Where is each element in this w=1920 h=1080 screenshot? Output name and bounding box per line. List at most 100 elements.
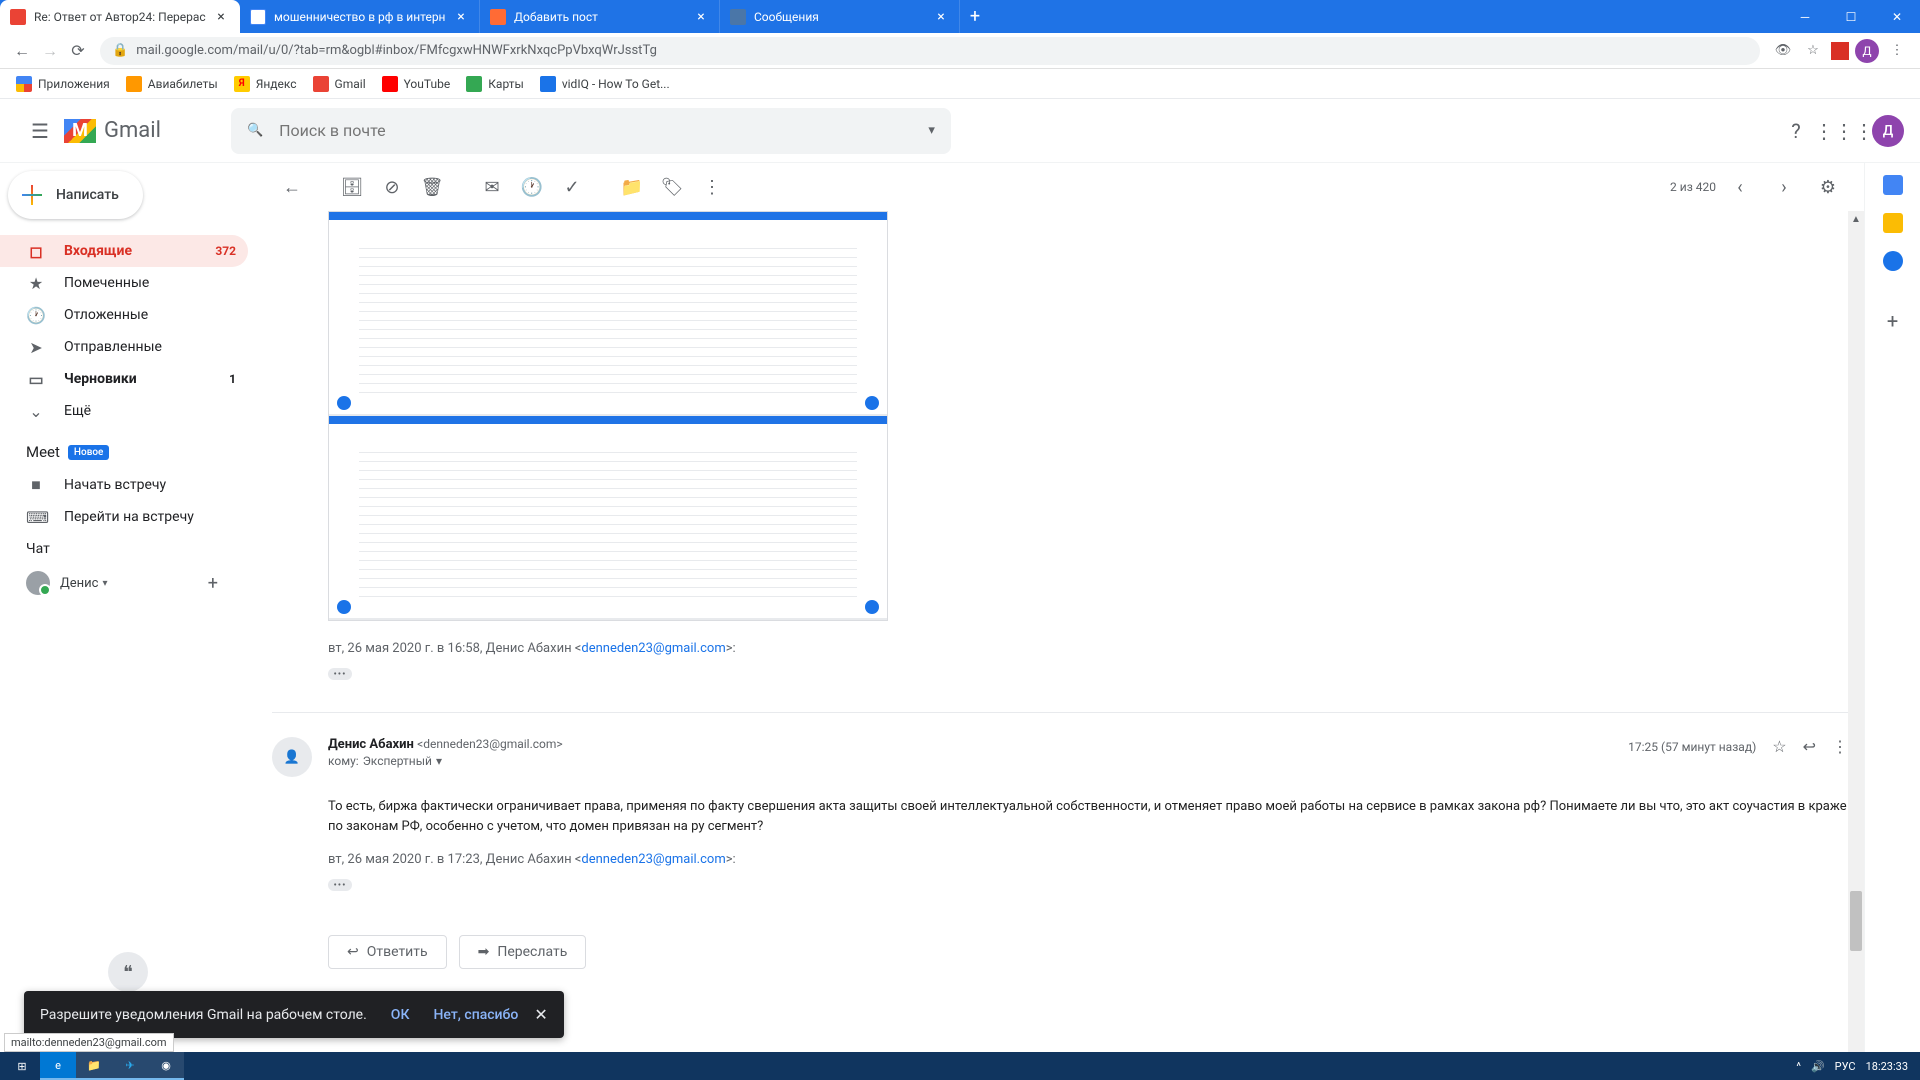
prev-message-button[interactable]: ‹ bbox=[1720, 167, 1760, 207]
scroll-up-arrow[interactable]: ▲ bbox=[1848, 211, 1864, 227]
chevron-down-icon[interactable]: ▾ bbox=[436, 754, 442, 768]
back-to-inbox-button[interactable]: ← bbox=[272, 167, 312, 207]
chevron-down-icon: ⌄ bbox=[26, 402, 46, 421]
url-input[interactable]: 🔒 mail.google.com/mail/u/0/?tab=rm&ogbl#… bbox=[100, 37, 1760, 65]
forward-button[interactable]: → bbox=[36, 37, 64, 65]
calendar-addon-icon[interactable] bbox=[1883, 175, 1903, 195]
keep-addon-icon[interactable] bbox=[1883, 213, 1903, 233]
search-box[interactable]: 🔍 ▾ bbox=[231, 108, 951, 154]
search-input[interactable] bbox=[279, 121, 928, 140]
sidebar-starred[interactable]: ★ Помеченные bbox=[0, 267, 248, 299]
menu-icon[interactable]: ⋮ bbox=[1885, 39, 1909, 63]
tab-close-icon[interactable]: × bbox=[933, 9, 949, 25]
more-icon[interactable]: ⋮ bbox=[1832, 737, 1848, 756]
tasks-addon-icon[interactable] bbox=[1883, 251, 1903, 271]
taskbar-app-explorer[interactable]: 📁 bbox=[76, 1052, 112, 1080]
star-message-icon[interactable]: ☆ bbox=[1772, 737, 1786, 756]
tray-volume-icon[interactable]: 🔊 bbox=[1811, 1060, 1825, 1073]
settings-icon[interactable]: ⚙ bbox=[1808, 167, 1848, 207]
sender-avatar[interactable]: 👤 bbox=[272, 737, 312, 777]
extension-icon[interactable] bbox=[1831, 42, 1849, 60]
chevron-down-icon[interactable]: ▾ bbox=[102, 578, 107, 589]
to-name: Экспертный bbox=[363, 754, 432, 768]
start-button[interactable]: ⊞ bbox=[4, 1052, 40, 1080]
side-panel: + bbox=[1864, 163, 1920, 1080]
tab-title: Re: Ответ от Автор24: Перерас bbox=[34, 10, 213, 24]
button-label: Ответить bbox=[367, 944, 428, 960]
bookmark-item[interactable]: vidIQ - How To Get... bbox=[532, 71, 678, 97]
sidebar-sent[interactable]: ➤ Отправленные bbox=[0, 331, 248, 363]
more-actions-button[interactable]: ⋮ bbox=[692, 167, 732, 207]
next-message-button[interactable]: › bbox=[1764, 167, 1804, 207]
taskbar-app-edge[interactable]: e bbox=[40, 1052, 76, 1080]
toast-dismiss-button[interactable]: Нет, спасибо bbox=[433, 1007, 518, 1023]
bookmark-item[interactable]: Gmail bbox=[305, 71, 374, 97]
reply-icon[interactable]: ↩ bbox=[1803, 737, 1816, 756]
minimize-button[interactable]: ─ bbox=[1782, 0, 1828, 33]
tab-close-icon[interactable]: × bbox=[453, 9, 469, 25]
bookmark-favicon bbox=[126, 76, 142, 92]
maximize-button[interactable]: ☐ bbox=[1828, 0, 1874, 33]
bookmark-item[interactable]: Карты bbox=[458, 71, 532, 97]
snooze-button[interactable]: 🕐 bbox=[512, 167, 552, 207]
sidebar-more[interactable]: ⌄ Ещё bbox=[0, 395, 248, 427]
tray-language[interactable]: РУС bbox=[1835, 1060, 1856, 1073]
support-icon[interactable]: ? bbox=[1776, 111, 1816, 151]
profile-button[interactable]: Д bbox=[1855, 39, 1879, 63]
bookmark-item[interactable]: Авиабилеты bbox=[118, 71, 226, 97]
toast-close-icon[interactable]: ✕ bbox=[534, 1005, 547, 1024]
sidebar-inbox[interactable]: ◻ Входящие 372 bbox=[0, 235, 248, 267]
star-icon[interactable]: ☆ bbox=[1801, 39, 1825, 63]
email-link[interactable]: denneden23@gmail.com bbox=[581, 852, 725, 867]
search-icon[interactable]: 🔍 bbox=[247, 123, 263, 138]
eye-icon[interactable]: 👁 bbox=[1771, 39, 1795, 63]
report-spam-button[interactable]: ⊘ bbox=[372, 167, 412, 207]
show-trimmed-button[interactable]: ••• bbox=[328, 879, 352, 891]
forward-button[interactable]: ➡Переслать bbox=[459, 935, 587, 969]
toast-ok-button[interactable]: ОК bbox=[391, 1007, 410, 1023]
compose-button[interactable]: Написать bbox=[8, 171, 143, 219]
attachment-thumbnail[interactable] bbox=[328, 211, 888, 621]
tray-chevron-icon[interactable]: ^ bbox=[1796, 1060, 1801, 1073]
browser-tab-2[interactable]: Добавить пост × bbox=[480, 0, 720, 33]
account-avatar[interactable]: Д bbox=[1872, 115, 1904, 147]
taskbar-app-telegram[interactable]: ✈ bbox=[112, 1052, 148, 1080]
add-tasks-button[interactable]: ✓ bbox=[552, 167, 592, 207]
reload-button[interactable]: ⟳ bbox=[64, 37, 92, 65]
bookmark-item[interactable]: ЯЯндекс bbox=[226, 71, 305, 97]
tab-title: Сообщения bbox=[754, 10, 933, 24]
browser-tab-3[interactable]: Сообщения × bbox=[720, 0, 960, 33]
show-trimmed-button[interactable]: ••• bbox=[328, 668, 352, 680]
apps-bookmark[interactable]: Приложения bbox=[8, 71, 118, 97]
tab-close-icon[interactable]: × bbox=[693, 9, 709, 25]
browser-tab-0[interactable]: Re: Ответ от Автор24: Перерас × bbox=[0, 0, 240, 33]
move-to-button[interactable]: 📁 bbox=[612, 167, 652, 207]
tray-clock[interactable]: 18:23:33 bbox=[1866, 1060, 1908, 1073]
chat-user-row[interactable]: Денис ▾ + bbox=[0, 565, 256, 601]
labels-button[interactable]: 🏷 bbox=[652, 167, 692, 207]
apps-grid-icon[interactable]: ⋮⋮⋮ bbox=[1824, 111, 1864, 151]
archive-button[interactable]: 🗄 bbox=[332, 167, 372, 207]
add-chat-icon[interactable]: + bbox=[208, 573, 218, 594]
meet-join[interactable]: ⌨ Перейти на встречу bbox=[0, 501, 248, 533]
meet-start[interactable]: ■ Начать встречу bbox=[0, 469, 248, 501]
get-addons-icon[interactable]: + bbox=[1887, 309, 1898, 333]
reply-button[interactable]: ↩Ответить bbox=[328, 935, 447, 969]
tab-close-icon[interactable]: × bbox=[213, 9, 229, 25]
main-menu-button[interactable]: ☰ bbox=[16, 107, 64, 155]
bookmark-item[interactable]: YouTube bbox=[374, 71, 459, 97]
mark-unread-button[interactable]: ✉ bbox=[472, 167, 512, 207]
delete-button[interactable]: 🗑 bbox=[412, 167, 452, 207]
gmail-logo[interactable]: Gmail bbox=[64, 118, 161, 143]
search-options-icon[interactable]: ▾ bbox=[928, 123, 935, 138]
email-link[interactable]: denneden23@gmail.com bbox=[581, 641, 725, 656]
browser-tab-1[interactable]: мошенничество в рф в интерн × bbox=[240, 0, 480, 33]
sidebar-drafts[interactable]: ▭ Черновики 1 bbox=[0, 363, 248, 395]
scrollbar[interactable]: ▲ ▼ bbox=[1848, 211, 1864, 1080]
close-button[interactable]: ✕ bbox=[1874, 0, 1920, 33]
sidebar-snoozed[interactable]: 🕐 Отложенные bbox=[0, 299, 248, 331]
back-button[interactable]: ← bbox=[8, 37, 36, 65]
new-tab-button[interactable]: + bbox=[960, 0, 990, 33]
taskbar-app-chrome[interactable]: ◉ bbox=[148, 1052, 184, 1080]
scrollbar-thumb[interactable] bbox=[1850, 891, 1862, 951]
